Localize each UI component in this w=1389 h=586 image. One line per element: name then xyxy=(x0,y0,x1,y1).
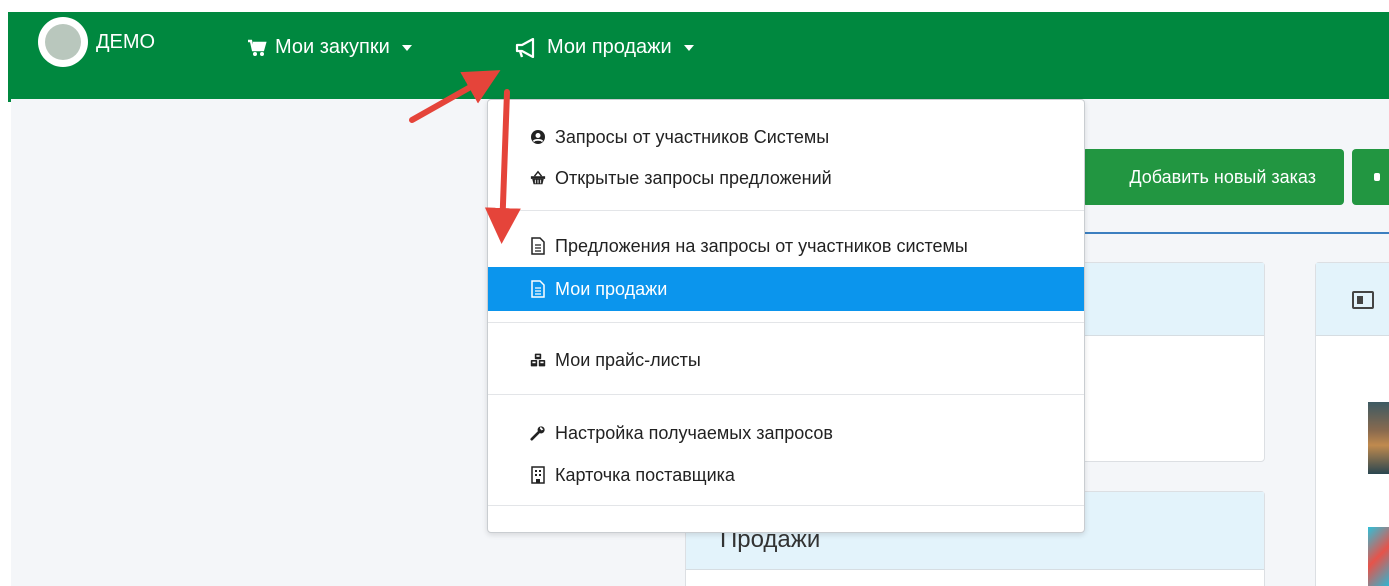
menu-item-offers-on-requests[interactable]: Предложения на запросы от участников сис… xyxy=(488,224,1084,268)
tab-underline xyxy=(1080,232,1389,234)
brand-name: ДЕМО xyxy=(96,30,156,53)
news-thumbnail[interactable] xyxy=(1368,527,1389,586)
bullhorn-icon xyxy=(515,37,539,58)
menu-divider xyxy=(488,322,1084,323)
wrench-icon xyxy=(530,424,546,442)
add-new-order-button[interactable]: Добавить новый заказ xyxy=(1082,149,1344,205)
menu-item-requests-from-participants[interactable]: Запросы от участников Системы xyxy=(488,115,1084,159)
menu-item-my-sales[interactable]: Мои продажи xyxy=(488,267,1084,311)
menu-item-label: Предложения на запросы от участников сис… xyxy=(555,235,968,256)
menu-item-request-settings[interactable]: Настройка получаемых запросов xyxy=(488,411,1084,455)
menu-item-supplier-card[interactable]: Карточка поставщика xyxy=(488,453,1084,497)
document-icon xyxy=(530,280,546,298)
basket-icon xyxy=(530,169,546,187)
card-header xyxy=(1316,263,1389,336)
chevron-down-icon xyxy=(401,44,412,51)
avatar xyxy=(38,17,88,67)
building-icon xyxy=(530,466,546,484)
nav-my-sales-label: Мои продажи xyxy=(547,36,672,58)
nav-my-purchases[interactable]: Мои закупки xyxy=(247,36,412,59)
secondary-action-button[interactable] xyxy=(1352,149,1389,205)
newspaper-icon xyxy=(1352,291,1374,309)
chevron-down-icon xyxy=(683,44,694,51)
menu-item-label: Запросы от участников Системы xyxy=(555,126,830,147)
menu-divider xyxy=(488,394,1084,395)
menu-divider xyxy=(488,210,1084,211)
top-navbar xyxy=(8,12,1389,99)
brand[interactable]: ДЕМО xyxy=(38,17,155,67)
user-circle-icon xyxy=(530,128,546,146)
menu-item-open-requests[interactable]: Открытые запросы предложений xyxy=(488,156,1084,200)
menu-item-label: Открытые запросы предложений xyxy=(555,167,832,188)
menu-item-label: Карточка поставщика xyxy=(555,464,735,485)
cubes-icon xyxy=(530,351,546,369)
document-icon xyxy=(530,237,546,255)
menu-item-price-lists[interactable]: Мои прайс-листы xyxy=(488,338,1084,382)
menu-item-label: Мои продажи xyxy=(555,278,668,299)
menu-item-label: Настройка получаемых запросов xyxy=(555,422,833,443)
nav-my-purchases-label: Мои закупки xyxy=(275,36,390,58)
cart-icon xyxy=(247,39,267,57)
nav-my-sales[interactable]: Мои продажи xyxy=(515,36,694,59)
my-sales-dropdown-menu: Запросы от участников Системы Открытые з… xyxy=(487,99,1085,533)
menu-divider xyxy=(488,505,1084,506)
menu-item-label: Мои прайс-листы xyxy=(555,349,701,370)
news-thumbnail[interactable] xyxy=(1368,402,1389,474)
